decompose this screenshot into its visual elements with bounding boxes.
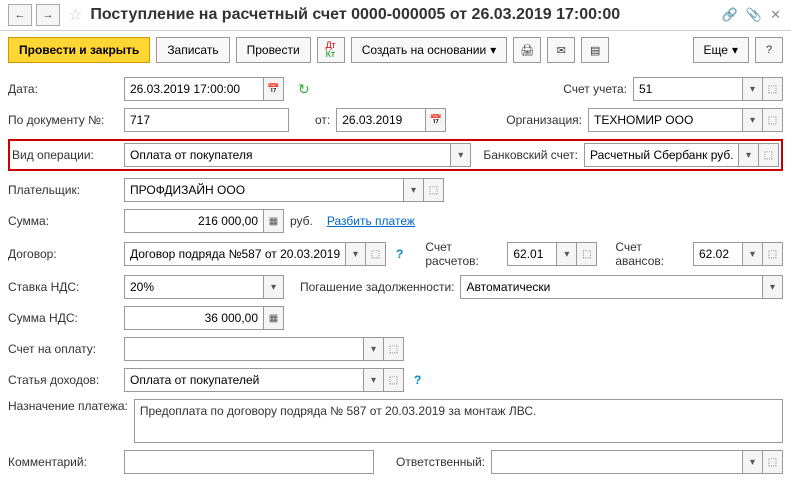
open-icon[interactable]: ⬚ bbox=[759, 143, 779, 167]
more-button[interactable]: Еще ▾ bbox=[693, 37, 749, 63]
income-item-input[interactable] bbox=[124, 368, 364, 392]
window-title: Поступление на расчетный счет 0000-00000… bbox=[90, 6, 715, 24]
dropdown-icon[interactable]: ▾ bbox=[451, 143, 471, 167]
dropdown-icon[interactable]: ▾ bbox=[346, 242, 366, 266]
chevron-down-icon: ▾ bbox=[490, 43, 496, 57]
open-icon[interactable]: ⬚ bbox=[763, 77, 783, 101]
contract-label: Договор: bbox=[8, 247, 118, 261]
doc-num-label: По документу №: bbox=[8, 113, 118, 127]
org-input[interactable] bbox=[588, 108, 743, 132]
debt-repay-input[interactable] bbox=[460, 275, 763, 299]
org-label: Организация: bbox=[496, 113, 582, 127]
attach-icon[interactable]: 📎 bbox=[746, 7, 762, 23]
help-icon[interactable]: ? bbox=[414, 373, 421, 387]
op-type-input[interactable] bbox=[124, 143, 451, 167]
dtkt-button[interactable]: ДтКт bbox=[317, 37, 345, 63]
dropdown-icon[interactable]: ▾ bbox=[364, 368, 384, 392]
report-button[interactable]: ▤ bbox=[581, 37, 609, 63]
responsible-input[interactable] bbox=[491, 450, 743, 474]
nav-back-button[interactable]: ← bbox=[8, 4, 32, 26]
invoice-label: Счет на оплату: bbox=[8, 342, 118, 356]
account-label: Счет учета: bbox=[553, 82, 627, 96]
purpose-label: Назначение платежа: bbox=[8, 399, 128, 413]
post-and-close-button[interactable]: Провести и закрыть bbox=[8, 37, 150, 63]
from-date-input[interactable] bbox=[336, 108, 426, 132]
settle-acct-label: Счет расчетов: bbox=[425, 240, 501, 268]
create-based-on-button[interactable]: Создать на основании ▾ bbox=[351, 37, 508, 63]
currency-label: руб. bbox=[290, 214, 313, 228]
mail-button[interactable]: ✉ bbox=[547, 37, 575, 63]
open-icon[interactable]: ⬚ bbox=[384, 337, 404, 361]
vat-amount-label: Сумма НДС: bbox=[8, 311, 118, 325]
comment-input[interactable] bbox=[124, 450, 374, 474]
dropdown-icon[interactable]: ▾ bbox=[743, 77, 763, 101]
bank-acct-label: Банковский счет: bbox=[483, 148, 578, 162]
chevron-down-icon: ▾ bbox=[732, 43, 738, 57]
nav-forward-button[interactable]: → bbox=[36, 4, 60, 26]
amount-input[interactable] bbox=[124, 209, 264, 233]
vat-amount-input[interactable] bbox=[124, 306, 264, 330]
calendar-icon[interactable]: 📅 bbox=[264, 77, 284, 101]
help-button[interactable]: ? bbox=[755, 37, 783, 63]
op-type-label: Вид операции: bbox=[12, 148, 118, 162]
open-icon[interactable]: ⬚ bbox=[384, 368, 404, 392]
open-icon[interactable]: ⬚ bbox=[763, 108, 783, 132]
help-icon[interactable]: ? bbox=[396, 247, 403, 261]
dropdown-icon[interactable]: ▾ bbox=[264, 275, 284, 299]
payer-input[interactable] bbox=[124, 178, 404, 202]
dropdown-icon[interactable]: ▾ bbox=[743, 242, 763, 266]
invoice-input[interactable] bbox=[124, 337, 364, 361]
open-icon[interactable]: ⬚ bbox=[366, 242, 386, 266]
dropdown-icon[interactable]: ▾ bbox=[557, 242, 577, 266]
contract-input[interactable] bbox=[124, 242, 346, 266]
calendar-icon[interactable]: 📅 bbox=[426, 108, 446, 132]
close-icon[interactable]: ✕ bbox=[770, 7, 781, 23]
save-button[interactable]: Записать bbox=[156, 37, 229, 63]
favorite-star-icon[interactable]: ☆ bbox=[68, 5, 82, 25]
check-icon: ↻ bbox=[298, 81, 310, 98]
dropdown-icon[interactable]: ▾ bbox=[743, 108, 763, 132]
account-input[interactable] bbox=[633, 77, 743, 101]
settle-acct-input[interactable] bbox=[507, 242, 557, 266]
comment-label: Комментарий: bbox=[8, 455, 118, 469]
amount-label: Сумма: bbox=[8, 214, 118, 228]
date-label: Дата: bbox=[8, 82, 118, 96]
print-button[interactable]: 🖨 bbox=[513, 37, 541, 63]
income-item-label: Статья доходов: bbox=[8, 373, 118, 387]
calc-icon[interactable]: ▦ bbox=[264, 306, 284, 330]
dropdown-icon[interactable]: ▾ bbox=[763, 275, 783, 299]
open-icon[interactable]: ⬚ bbox=[577, 242, 597, 266]
calc-icon[interactable]: ▦ bbox=[264, 209, 284, 233]
dropdown-icon[interactable]: ▾ bbox=[743, 450, 763, 474]
open-icon[interactable]: ⬚ bbox=[763, 242, 783, 266]
debt-repay-label: Погашение задолженности: bbox=[290, 280, 454, 294]
responsible-label: Ответственный: bbox=[396, 455, 485, 469]
vat-rate-label: Ставка НДС: bbox=[8, 280, 118, 294]
advance-acct-label: Счет авансов: bbox=[615, 240, 687, 268]
purpose-input[interactable]: Предоплата по договору подряда № 587 от … bbox=[134, 399, 783, 443]
vat-rate-input[interactable] bbox=[124, 275, 264, 299]
dropdown-icon[interactable]: ▾ bbox=[404, 178, 424, 202]
open-icon[interactable]: ⬚ bbox=[763, 450, 783, 474]
from-label: от: bbox=[315, 113, 330, 127]
advance-acct-input[interactable] bbox=[693, 242, 743, 266]
bank-acct-input[interactable] bbox=[584, 143, 739, 167]
post-button[interactable]: Провести bbox=[236, 37, 311, 63]
doc-num-input[interactable] bbox=[124, 108, 289, 132]
date-input[interactable] bbox=[124, 77, 264, 101]
open-icon[interactable]: ⬚ bbox=[424, 178, 444, 202]
dropdown-icon[interactable]: ▾ bbox=[364, 337, 384, 361]
payer-label: Плательщик: bbox=[8, 183, 118, 197]
split-payment-link[interactable]: Разбить платеж bbox=[327, 214, 415, 228]
link-icon[interactable]: 🔗 bbox=[722, 7, 738, 23]
dropdown-icon[interactable]: ▾ bbox=[739, 143, 759, 167]
